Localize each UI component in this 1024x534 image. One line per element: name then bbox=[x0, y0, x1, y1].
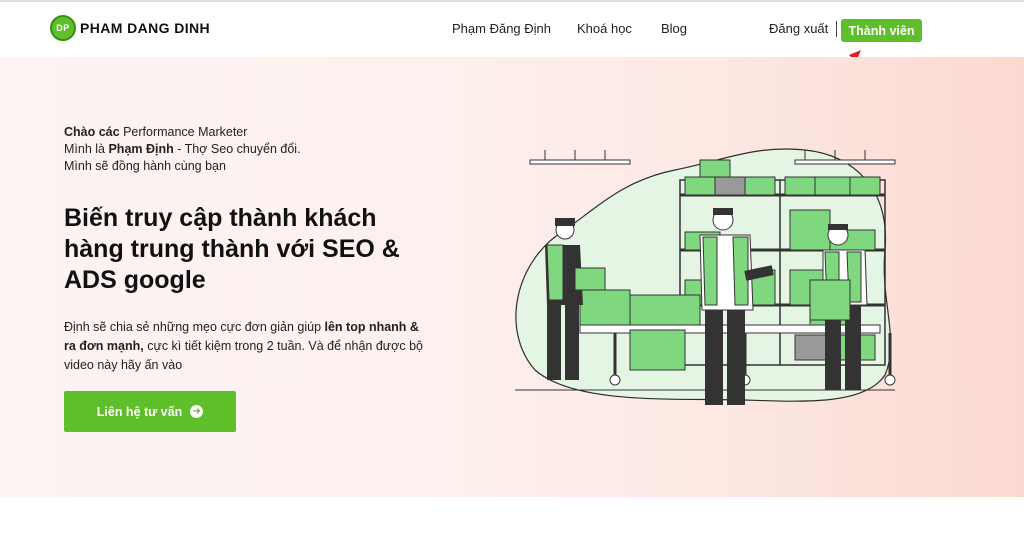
nav-link-khoa-hoc[interactable]: Khoá học bbox=[577, 21, 632, 36]
desc-pre: Định sẽ chia sẻ những mẹo cực đơn giản g… bbox=[64, 320, 325, 334]
contact-button-label: Liên hệ tư vấn bbox=[96, 404, 183, 419]
site-header: DP PHAM DANG DINH Phạm Đăng Định Khoá họ… bbox=[0, 2, 1024, 57]
nav-link-blog[interactable]: Blog bbox=[661, 21, 687, 36]
intro-line3: Mình sẽ đồng hành cùng bạn bbox=[64, 159, 226, 173]
arrow-right-circle-icon: ➜ bbox=[190, 405, 204, 418]
site-logo[interactable]: DP PHAM DANG DINH bbox=[50, 15, 210, 41]
logo-badge: DP bbox=[50, 15, 76, 41]
logo-text: PHAM DANG DINH bbox=[80, 20, 211, 36]
logout-link[interactable]: Đăng xuất bbox=[769, 21, 828, 36]
hero-headline: Biến truy cập thành khách hàng trung thà… bbox=[64, 204, 400, 294]
hero-description: Định sẽ chia sẻ những mẹo cực đơn giản g… bbox=[64, 318, 424, 375]
hero-greeting: Chào các Performance Marketer Mình là Ph… bbox=[64, 124, 301, 175]
intro-name: Phạm Định bbox=[108, 142, 174, 156]
nav-link-pham-dang-dinh[interactable]: Phạm Đăng Định bbox=[452, 21, 551, 36]
intro-rest: - Thợ Seo chuyển đổi. bbox=[173, 142, 301, 156]
member-button[interactable]: Thành viên bbox=[841, 19, 922, 42]
intro-pre: Mình là bbox=[64, 142, 109, 156]
warehouse-illustration bbox=[515, 148, 896, 405]
contact-button[interactable]: Liên hệ tư vấn ➜ bbox=[64, 391, 236, 432]
greeting-bold: Chào các bbox=[64, 125, 120, 139]
greeting-rest: Performance Marketer bbox=[119, 125, 248, 139]
header-divider bbox=[836, 21, 837, 37]
